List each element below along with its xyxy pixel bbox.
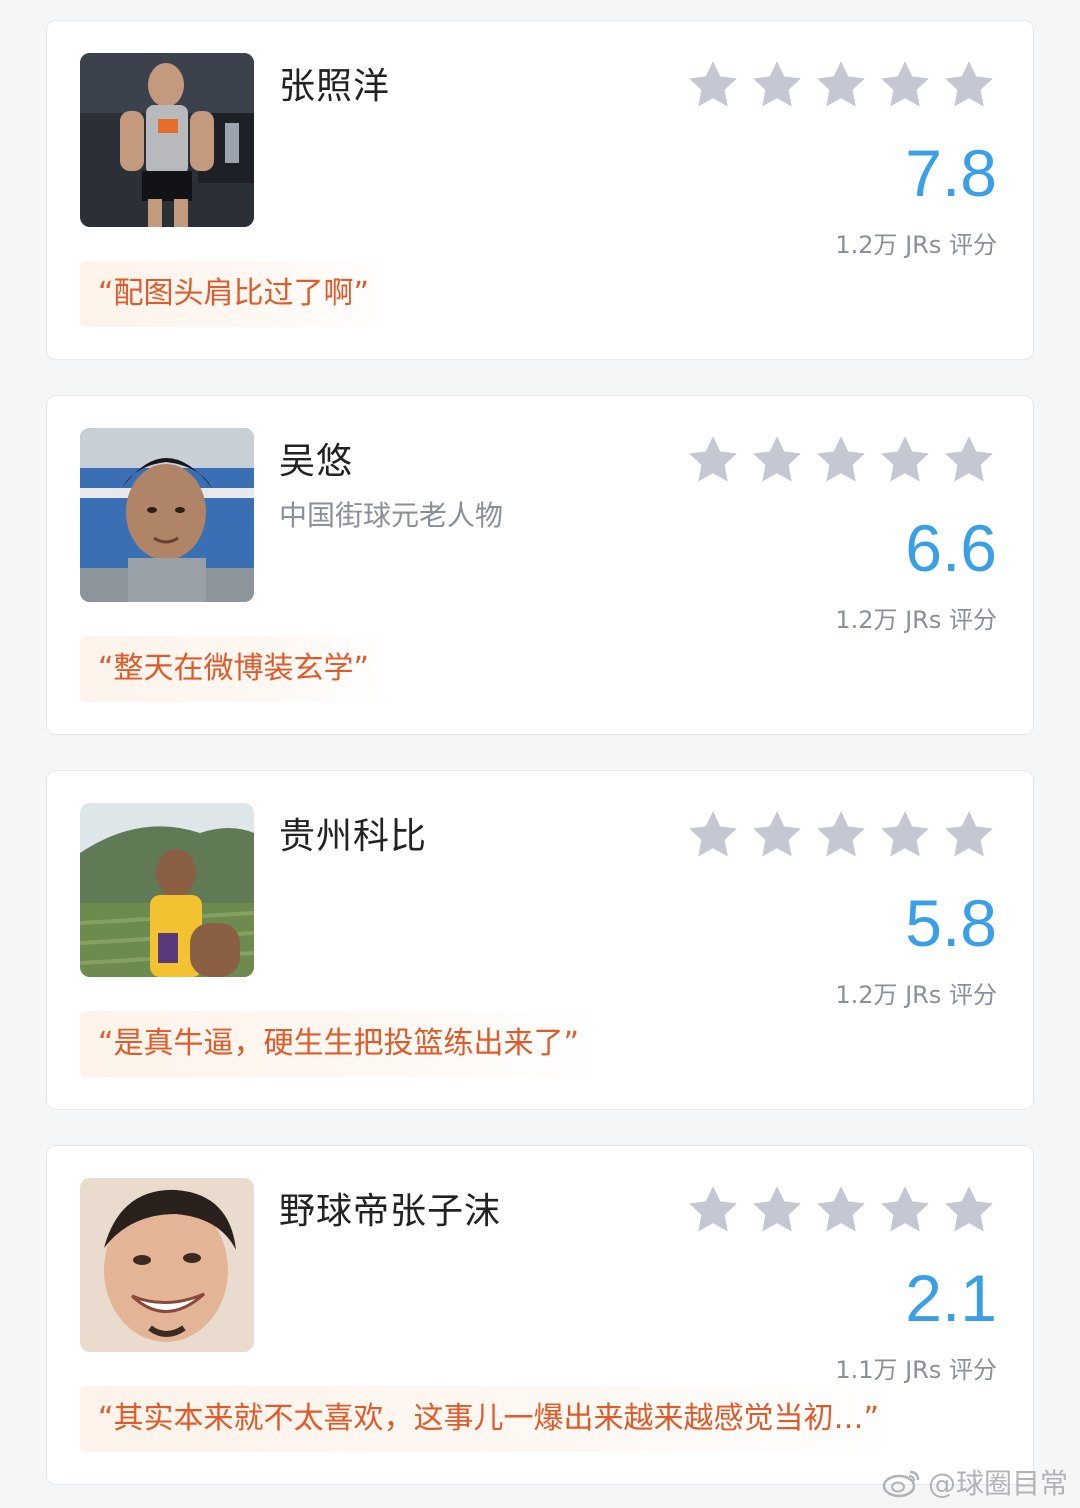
star-icon[interactable]: [941, 1182, 997, 1238]
star-icon[interactable]: [813, 1182, 869, 1238]
avatar: [80, 803, 254, 977]
star-icon[interactable]: [877, 1182, 933, 1238]
player-name: 野球帝张子沫: [279, 1191, 502, 1232]
score: 7.8: [905, 136, 997, 210]
player-name: 吴悠: [279, 441, 354, 482]
star-icon[interactable]: [941, 432, 997, 488]
star-icon[interactable]: [685, 807, 741, 863]
star-icon[interactable]: [749, 432, 805, 488]
star-icon[interactable]: [685, 57, 741, 113]
avatar: [80, 1178, 254, 1352]
rater-count: 1.1万 JRs 评分: [835, 1356, 997, 1384]
rating-card[interactable]: 贵州科比 5.8 1.2万 JRs 评分 “是真牛逼，硬生生把投篮练出来了”: [46, 770, 1034, 1110]
star-icon[interactable]: [685, 432, 741, 488]
player-subtitle: 中国街球元老人物: [279, 499, 504, 532]
star-rating[interactable]: [685, 807, 997, 863]
score: 6.6: [905, 511, 997, 585]
avatar-photo-icon: [80, 803, 254, 977]
star-rating[interactable]: [685, 1182, 997, 1238]
star-rating[interactable]: [685, 57, 997, 113]
rating-card[interactable]: 张照洋 7.8 1.2万 JRs 评分 “配图头肩比过了啊”: [46, 20, 1034, 360]
star-icon[interactable]: [685, 1182, 741, 1238]
weibo-logo-icon: [882, 1470, 920, 1498]
rater-count: 1.2万 JRs 评分: [835, 606, 997, 634]
star-icon[interactable]: [877, 432, 933, 488]
star-rating[interactable]: [685, 432, 997, 488]
star-icon[interactable]: [941, 807, 997, 863]
score: 5.8: [905, 886, 997, 960]
watermark-text: @球圈目常: [927, 1467, 1068, 1500]
star-icon[interactable]: [877, 57, 933, 113]
player-name: 张照洋: [279, 66, 391, 107]
star-icon[interactable]: [813, 807, 869, 863]
rater-count: 1.2万 JRs 评分: [835, 981, 997, 1009]
star-icon[interactable]: [877, 807, 933, 863]
star-icon[interactable]: [749, 1182, 805, 1238]
avatar: [80, 53, 254, 227]
star-icon[interactable]: [813, 57, 869, 113]
player-name: 贵州科比: [279, 816, 428, 857]
top-comment[interactable]: “其实本来就不太喜欢，这事儿一爆出来越来越感觉当初…”: [80, 1386, 902, 1452]
star-icon[interactable]: [941, 57, 997, 113]
top-comment[interactable]: “整天在微博装玄学”: [80, 636, 392, 702]
rating-card[interactable]: 野球帝张子沫 2.1 1.1万 JRs 评分 “其实本来就不太喜欢，这事儿一爆出…: [46, 1145, 1034, 1485]
star-icon[interactable]: [813, 432, 869, 488]
watermark: @球圈目常: [882, 1462, 1068, 1502]
star-icon[interactable]: [749, 57, 805, 113]
avatar-photo-icon: [80, 53, 254, 227]
top-comment[interactable]: “是真牛逼，硬生生把投篮练出来了”: [80, 1011, 602, 1077]
avatar-photo-icon: [80, 1178, 254, 1352]
avatar: [80, 428, 254, 602]
rater-count: 1.2万 JRs 评分: [835, 231, 997, 259]
avatar-photo-icon: [80, 428, 254, 602]
star-icon[interactable]: [749, 807, 805, 863]
rating-card[interactable]: 吴悠 中国街球元老人物 6.6 1.2万 JRs 评分 “整天在微博装玄学”: [46, 395, 1034, 735]
top-comment[interactable]: “配图头肩比过了啊”: [80, 261, 392, 327]
score: 2.1: [905, 1261, 997, 1335]
